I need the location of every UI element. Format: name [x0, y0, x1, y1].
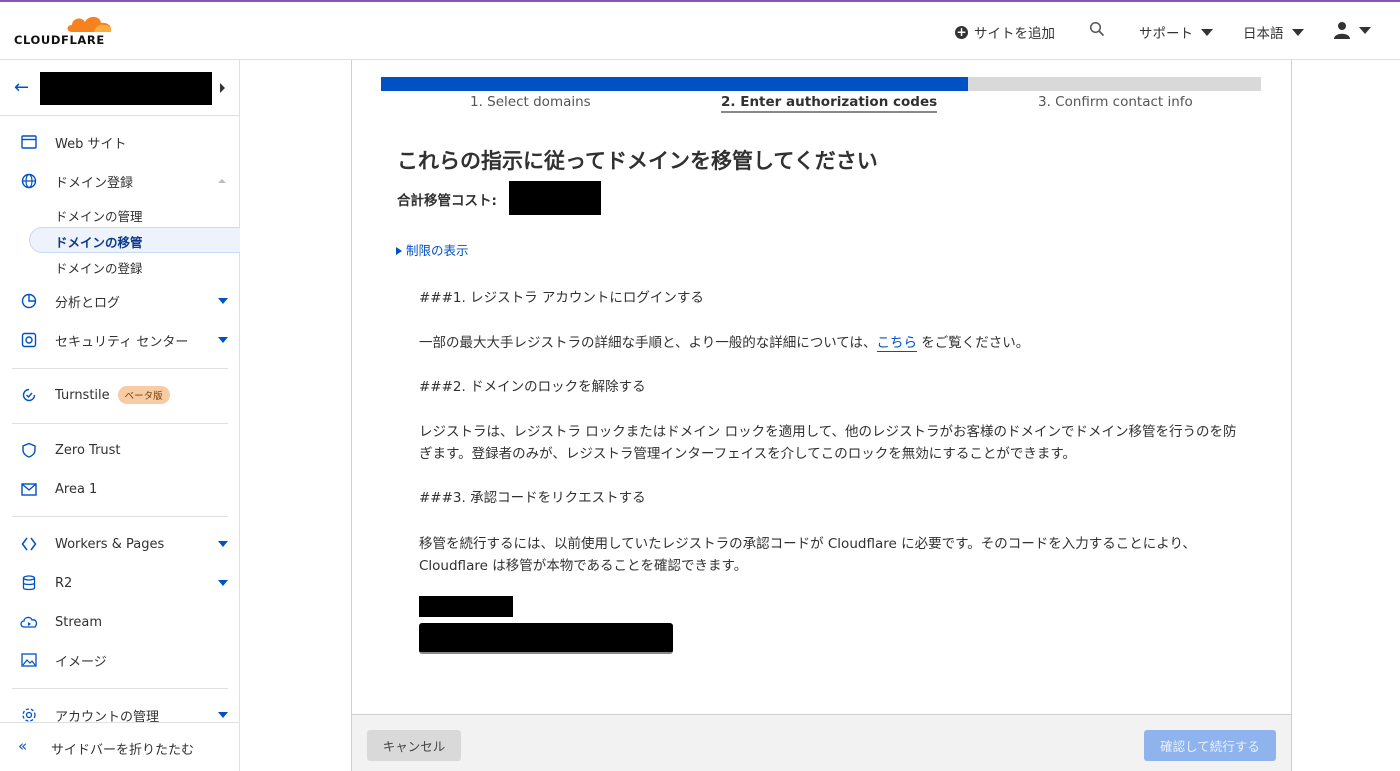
top-header: CLOUDFLARE + サイトを追加 サポート 日本語 [0, 2, 1400, 60]
chevron-down-icon [1291, 28, 1304, 36]
double-chevron-left-icon: « [18, 737, 28, 755]
language-menu[interactable]: 日本語 [1243, 22, 1304, 42]
sidebar-subitem-transfer-domains[interactable]: ドメインの移管 [55, 232, 143, 251]
collapse-sidebar-label: サイドバーを折りたたむ [51, 743, 195, 758]
sidebar-item-area-1[interactable]: Area 1 [0, 474, 239, 504]
sidebar-item-domain-registration[interactable]: ドメイン登録 [0, 166, 239, 196]
cancel-button[interactable]: キャンセル [367, 730, 461, 761]
user-menu[interactable] [1333, 21, 1371, 39]
chevron-down-icon [218, 298, 228, 304]
chevron-down-icon [218, 712, 228, 718]
cloud-play-icon [20, 613, 38, 631]
sidebar-divider [12, 516, 228, 517]
sidebar-item-label: イメージ [55, 654, 107, 670]
chart-pie-icon [20, 292, 38, 310]
sidebar-item-label: 分析とログ [55, 295, 121, 311]
back-arrow-icon[interactable]: ← [14, 77, 29, 98]
chevron-down-icon [1359, 26, 1371, 34]
sidebar: ← Web サイト ドメイン登録 ドメインの管理 ドメインの移管 ドメインの登録… [0, 60, 240, 771]
sidebar-item-label: Stream [55, 614, 103, 630]
step2-heading: ###2. ドメインのロックを解除する [419, 379, 646, 395]
sidebar-item-analytics[interactable]: 分析とログ [0, 286, 239, 316]
security-center-icon [20, 331, 38, 349]
sidebar-item-websites[interactable]: Web サイト [0, 127, 239, 157]
instructions-link[interactable]: こちら [876, 335, 918, 352]
sidebar-subitem-manage-domains[interactable]: ドメインの管理 [55, 206, 143, 225]
collapse-sidebar-button[interactable]: « サイドバーを折りたたむ [0, 722, 239, 771]
chevron-right-icon [220, 83, 225, 93]
globe-icon [20, 172, 38, 190]
sidebar-item-label: Web サイト [55, 136, 127, 152]
step-enter-auth-codes: 2. Enter authorization codes [721, 94, 938, 113]
cloud-logo-icon [67, 16, 112, 32]
account-selector[interactable]: ← [0, 60, 239, 116]
page-title: これらの指示に従ってドメインを移管してください [397, 149, 878, 173]
sidebar-item-stream[interactable]: Stream [0, 607, 239, 637]
sidebar-divider [12, 423, 228, 424]
user-icon [1334, 22, 1350, 39]
show-limits-label: 制限の表示 [406, 243, 469, 258]
step-confirm-contact: 3. Confirm contact info [1038, 94, 1193, 110]
database-icon [20, 574, 38, 592]
logo-wordmark: CLOUDFLARE [14, 33, 105, 47]
add-site-button[interactable]: + サイトを追加 [955, 22, 1055, 42]
workers-icon [20, 535, 38, 553]
chevron-up-icon [218, 179, 226, 183]
add-site-label: サイトを追加 [974, 26, 1055, 42]
beta-badge: ベータ版 [117, 386, 170, 404]
sidebar-item-label: Area 1 [55, 481, 98, 497]
shield-icon [20, 441, 38, 459]
browser-icon [20, 133, 38, 151]
sidebar-item-workers-pages[interactable]: Workers & Pages [0, 529, 239, 559]
sidebar-item-images[interactable]: イメージ [0, 645, 239, 675]
sidebar-item-label: セキュリティ センター [55, 334, 189, 350]
account-name-redacted [40, 72, 212, 105]
plus-circle-icon: + [955, 24, 968, 39]
sidebar-subitem-register-domains[interactable]: ドメインの登録 [55, 258, 143, 277]
auth-code-label-redacted [419, 596, 513, 617]
support-menu[interactable]: サポート [1139, 22, 1213, 42]
cloudflare-logo[interactable]: CLOUDFLARE [14, 12, 114, 48]
step1-text: 一部の最大大手レジストラの詳細な手順と、より一般的な詳細については、こちら をご… [419, 335, 1030, 352]
sidebar-item-turnstile[interactable]: Turnstile ベータ版 [0, 380, 239, 410]
chevron-down-icon [218, 337, 228, 343]
sidebar-divider [12, 368, 228, 369]
mail-icon [20, 480, 38, 498]
sidebar-item-r2[interactable]: R2 [0, 568, 239, 598]
chevron-down-icon [1201, 28, 1213, 36]
triangle-right-icon [396, 247, 402, 255]
transfer-wizard-panel: 1. Select domains 2. Enter authorization… [351, 60, 1292, 771]
total-cost-label: 合計移管コスト: [397, 193, 497, 209]
sidebar-item-label: Zero Trust [55, 442, 121, 458]
sidebar-item-label: Turnstile ベータ版 [55, 386, 170, 404]
chevron-down-icon [218, 541, 228, 547]
sidebar-item-label: R2 [55, 575, 73, 591]
step3-text: 移管を続行するには、以前使用していたレジストラの承認コードが Cloudflar… [419, 536, 1196, 574]
search-button[interactable] [1089, 21, 1105, 37]
sidebar-divider [12, 688, 228, 689]
progress-bar-fill [381, 77, 968, 91]
progress-bar [381, 77, 1261, 91]
step1-heading: ###1. レジストラ アカウントにログインする [419, 290, 704, 306]
auth-code-input[interactable] [419, 623, 673, 654]
sidebar-item-label: Workers & Pages [55, 536, 165, 552]
total-cost-redacted [509, 181, 601, 215]
sidebar-item-security-center[interactable]: セキュリティ センター [0, 325, 239, 355]
step3-heading: ###3. 承認コードをリクエストする [419, 490, 646, 506]
confirm-continue-button[interactable]: 確認して続行する [1144, 730, 1276, 761]
chevron-down-icon [218, 580, 228, 586]
support-label: サポート [1139, 26, 1193, 42]
sidebar-item-label: ドメイン登録 [55, 175, 134, 191]
image-icon [20, 651, 38, 669]
show-limits-toggle[interactable]: 制限の表示 [396, 240, 469, 259]
step2-text: レジストラは、レジストラ ロックまたはドメイン ロックを適用して、他のレジストラ… [419, 424, 1237, 462]
step-select-domains: 1. Select domains [470, 94, 591, 110]
turnstile-icon [20, 386, 38, 404]
language-label: 日本語 [1243, 26, 1284, 42]
wizard-footer: キャンセル 確認して続行する [351, 714, 1292, 771]
sidebar-item-zero-trust[interactable]: Zero Trust [0, 435, 239, 465]
search-icon [1089, 21, 1105, 37]
